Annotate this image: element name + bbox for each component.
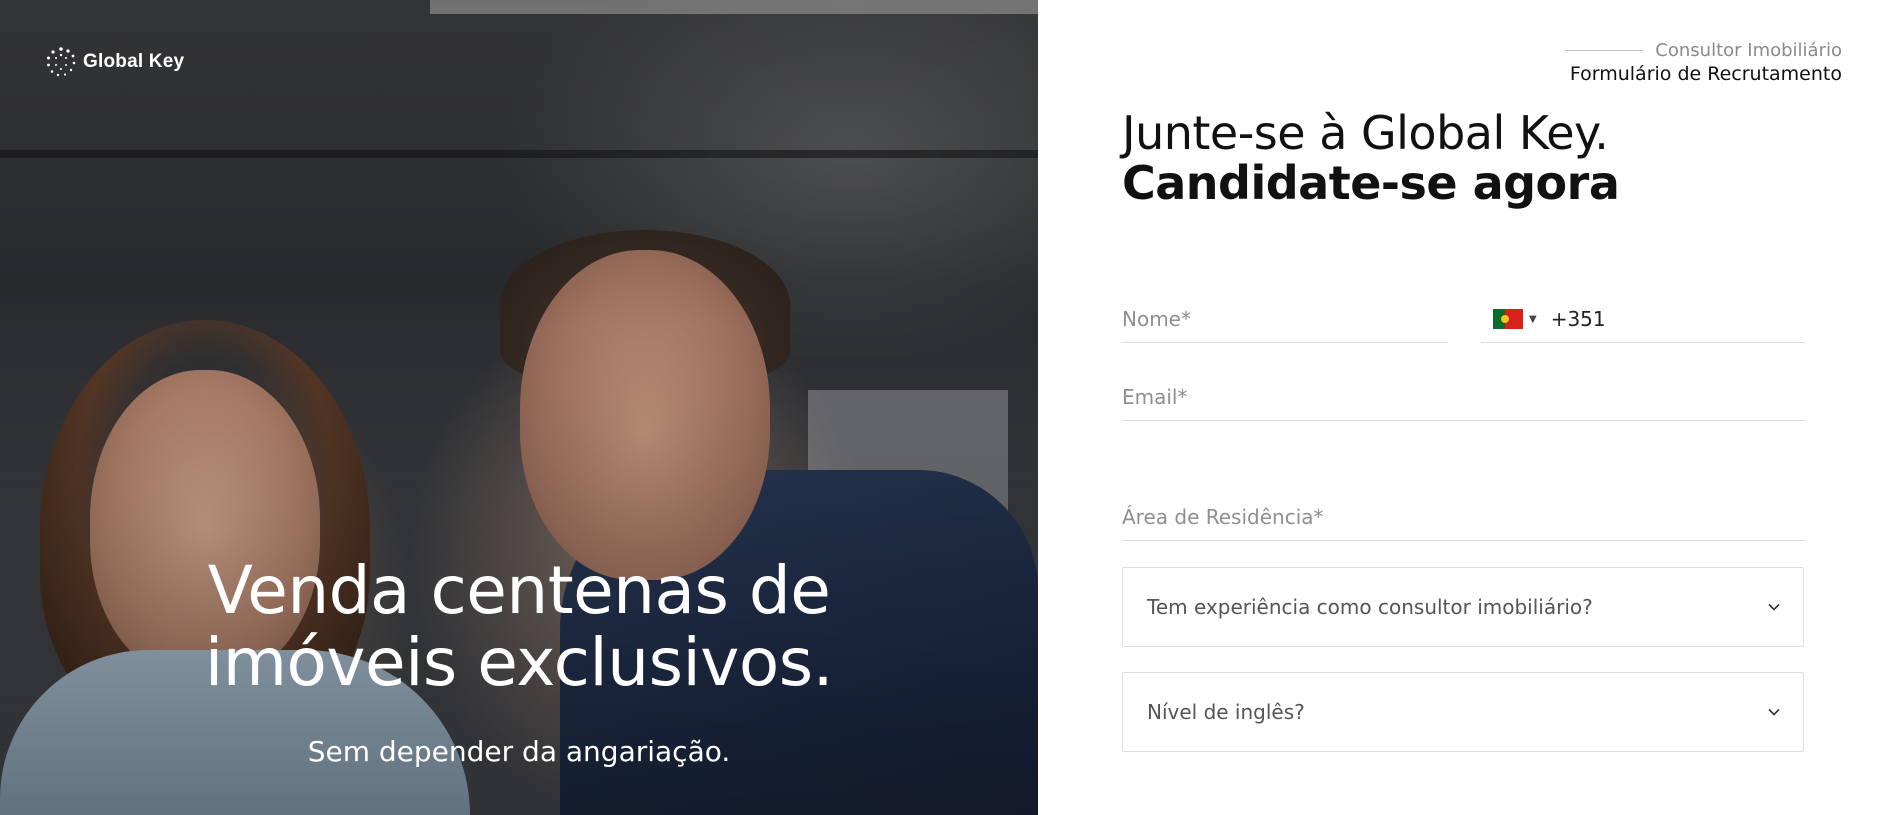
- logo-icon: [47, 47, 76, 77]
- form-eyebrow: Consultor Imobiliário: [1565, 40, 1842, 61]
- name-input[interactable]: [1122, 296, 1448, 342]
- hero-subtitle: Sem depender da angariação.: [307, 735, 731, 768]
- email-field: [1122, 374, 1806, 421]
- residence-area-input[interactable]: [1122, 494, 1806, 540]
- headline-line-2: Candidate-se agora: [1122, 156, 1620, 210]
- brand-logo[interactable]: Global Key: [45, 46, 184, 78]
- hero-title: Venda centenas de imóveis exclusivos.: [204, 552, 834, 701]
- residence-area-field: [1122, 494, 1806, 541]
- headline-line-1: Junte-se à Global Key.: [1122, 106, 1609, 160]
- eyebrow-text: Consultor Imobiliário: [1655, 40, 1842, 61]
- recruitment-form-panel: Consultor Imobiliário Formulário de Recr…: [1038, 0, 1892, 815]
- english-level-select[interactable]: Nível de inglês?: [1122, 672, 1804, 752]
- portugal-flag-icon[interactable]: [1493, 309, 1523, 329]
- chevron-down-icon: [1768, 708, 1780, 716]
- email-input[interactable]: [1122, 374, 1806, 420]
- phone-country-code: +351: [1550, 307, 1606, 331]
- eyebrow-rule: [1565, 50, 1644, 51]
- name-field: [1122, 296, 1448, 343]
- hero-image: Global Key Venda centenas de imóveis exc…: [0, 0, 1038, 815]
- form-headline: Junte-se à Global Key. Candidate-se agor…: [1122, 106, 1620, 210]
- phone-field: ▼ +351: [1481, 296, 1805, 343]
- caret-down-icon[interactable]: ▼: [1529, 314, 1537, 325]
- english-level-select-label: Nível de inglês?: [1147, 700, 1305, 724]
- brand-name: Global Key: [83, 51, 185, 72]
- form-type-label: Formulário de Recrutamento: [1569, 63, 1842, 85]
- chevron-down-icon: [1768, 603, 1780, 611]
- phone-input[interactable]: [1609, 296, 1805, 342]
- experience-select-label: Tem experiência como consultor imobiliár…: [1147, 595, 1593, 619]
- experience-select[interactable]: Tem experiência como consultor imobiliár…: [1122, 567, 1804, 647]
